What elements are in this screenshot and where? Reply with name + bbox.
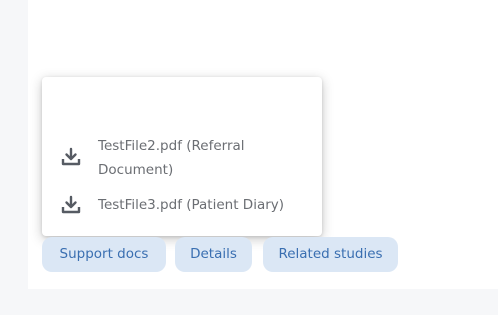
tab-support-docs[interactable]: Support docs: [42, 237, 166, 272]
file-item-label: TestFile3.pdf (Patient Diary): [98, 197, 285, 213]
file-item-testfile2[interactable]: TestFile2.pdf (Referral Document): [42, 132, 322, 184]
download-icon: [60, 194, 82, 216]
tab-details[interactable]: Details: [175, 237, 252, 272]
download-icon: [60, 146, 82, 168]
file-item-label: TestFile2.pdf (Referral Document): [98, 138, 245, 178]
support-docs-dropdown: TestFile2.pdf (Referral Document) TestFi…: [42, 77, 322, 236]
file-item-testfile3[interactable]: TestFile3.pdf (Patient Diary): [42, 190, 322, 220]
tab-related-studies[interactable]: Related studies: [263, 237, 398, 272]
